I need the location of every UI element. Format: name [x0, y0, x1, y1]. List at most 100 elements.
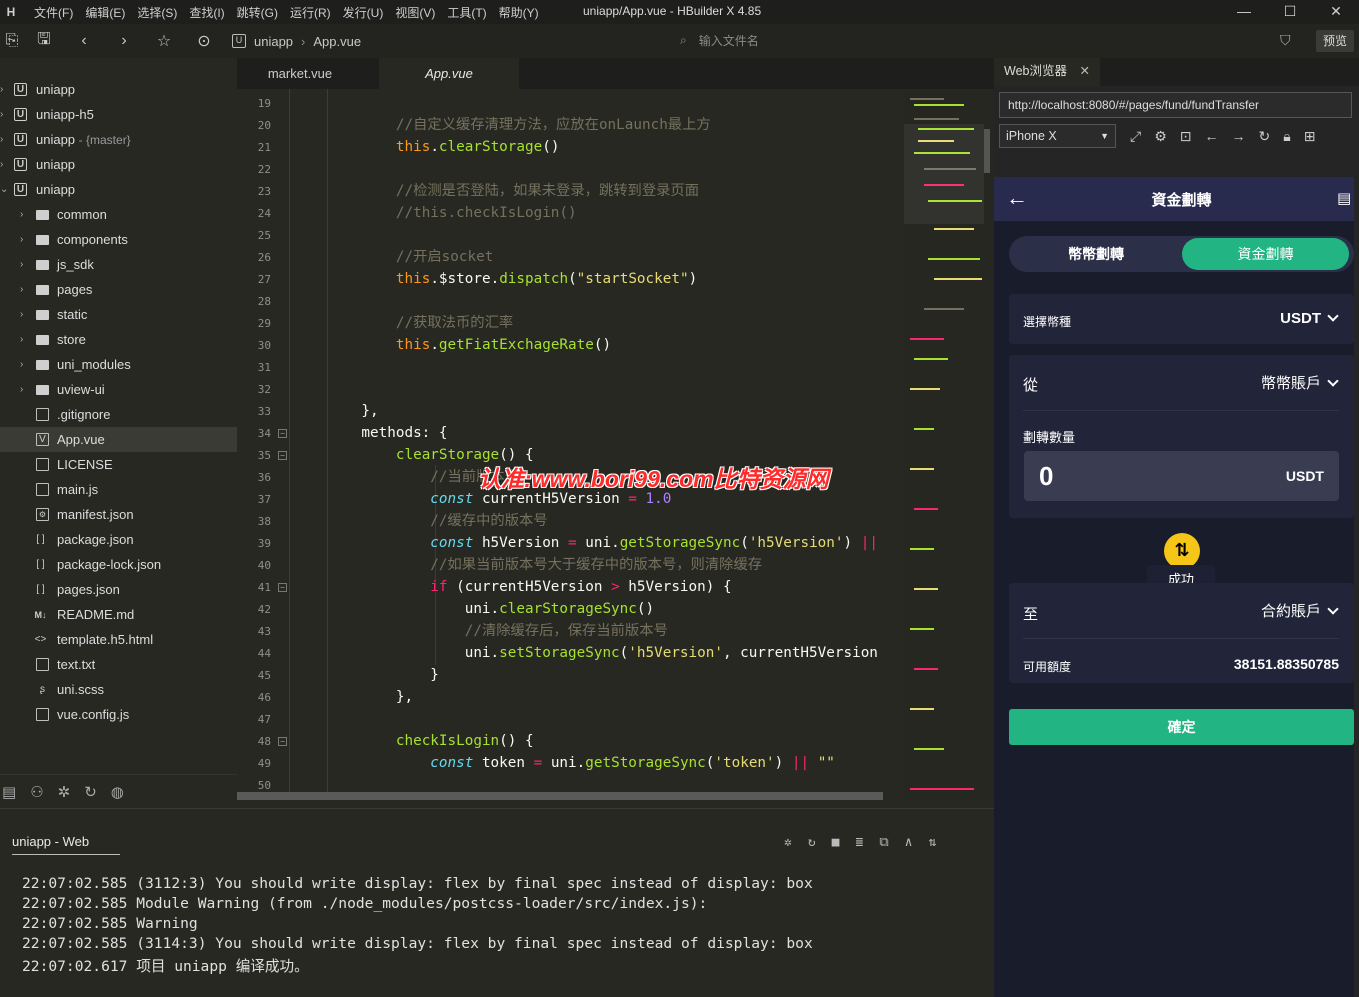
tab-app-vue[interactable]: App.vue: [379, 58, 519, 89]
maximize-button[interactable]: ☐: [1267, 0, 1313, 24]
tree-root[interactable]: › Uuniapp: [0, 77, 237, 102]
url-field[interactable]: http://localhost:8080/#/pages/fund/fundT…: [999, 92, 1352, 118]
fold-marker-icon[interactable]: −: [278, 737, 287, 746]
tab-market-vue[interactable]: market.vue: [237, 58, 363, 89]
breadcrumb-project[interactable]: uniapp: [254, 34, 293, 49]
rotate-icon[interactable]: ⤢: [1130, 128, 1141, 145]
minimap-viewport[interactable]: [904, 124, 984, 224]
export-icon[interactable]: ⧉: [879, 835, 888, 850]
file-item[interactable]: ʂ uni.scss: [0, 677, 237, 702]
minimap[interactable]: [904, 89, 994, 800]
collapse-icon[interactable]: ∧: [905, 835, 913, 850]
breadcrumb-separator-icon: ›: [301, 33, 306, 49]
menu-find[interactable]: 查找(I): [183, 4, 230, 21]
bug-icon[interactable]: ✲: [784, 835, 792, 850]
plugin-icon[interactable]: ⚇: [30, 783, 43, 801]
folder-item[interactable]: › static: [0, 302, 237, 327]
star-icon[interactable]: ☆: [144, 31, 184, 51]
browser-tab[interactable]: Web浏览器 ✕: [994, 58, 1100, 86]
file-item[interactable]: ⚙ manifest.json: [0, 502, 237, 527]
menu-run[interactable]: 运行(R): [284, 4, 337, 21]
file-search[interactable]: ⌕ 输入文件名: [680, 32, 759, 49]
console-tab[interactable]: uniapp - Web: [12, 834, 120, 855]
stop-icon[interactable]: ■: [832, 835, 840, 850]
console-icon[interactable]: ⊡: [1180, 128, 1192, 145]
file-item[interactable]: main.js: [0, 477, 237, 502]
git-icon[interactable]: ↻: [84, 783, 97, 801]
menu-file[interactable]: 文件(F): [28, 4, 79, 21]
explorer-icon[interactable]: ▤: [2, 783, 16, 801]
tree-root[interactable]: › Uuniapp: [0, 152, 237, 177]
menu-view[interactable]: 视图(V): [389, 4, 441, 21]
device-select[interactable]: iPhone X ▼: [999, 124, 1116, 148]
back-arrow-icon[interactable]: ←: [1205, 128, 1219, 145]
globe-icon[interactable]: ◍: [111, 783, 124, 801]
restart-icon[interactable]: ↻: [808, 835, 816, 850]
debug-icon[interactable]: ✲: [58, 783, 71, 801]
file-item[interactable]: LICENSE: [0, 452, 237, 477]
tree-label: vue.config.js: [57, 707, 130, 722]
run-icon[interactable]: ⊙: [184, 31, 224, 51]
file-item[interactable]: [ ] package-lock.json: [0, 552, 237, 577]
menu-select[interactable]: 选择(S): [131, 4, 183, 21]
menu-goto[interactable]: 跳转(G): [231, 4, 284, 21]
swap-direction-icon[interactable]: ⇅: [1164, 533, 1200, 569]
tab-coin-transfer[interactable]: 幣幣劃轉: [1009, 236, 1183, 272]
folder-item[interactable]: › components: [0, 227, 237, 252]
horizontal-scrollbar[interactable]: [237, 792, 883, 800]
menu-publish[interactable]: 发行(U): [337, 4, 390, 21]
preview-button[interactable]: 预览: [1316, 30, 1354, 52]
fold-marker-icon[interactable]: −: [278, 583, 287, 592]
forward-icon[interactable]: ›: [104, 32, 144, 50]
file-item[interactable]: M↓ README.md: [0, 602, 237, 627]
file-item[interactable]: .gitignore: [0, 402, 237, 427]
clear-console-icon[interactable]: ≣: [855, 835, 863, 850]
close-window-button[interactable]: ✕: [1313, 0, 1359, 24]
file-item[interactable]: [ ] pages.json: [0, 577, 237, 602]
save-icon[interactable]: 🖫: [24, 28, 64, 55]
file-item[interactable]: vue.config.js: [0, 702, 237, 727]
refresh-icon[interactable]: ↻: [1259, 128, 1271, 145]
from-account-select[interactable]: 幣幣賬戶: [1261, 372, 1339, 393]
menu-edit[interactable]: 编辑(E): [79, 4, 131, 21]
amount-input[interactable]: 0 USDT: [1024, 451, 1339, 501]
breadcrumb-file[interactable]: App.vue: [313, 34, 361, 49]
tab-fund-transfer[interactable]: 資金劃轉: [1182, 238, 1349, 270]
minimize-button[interactable]: —: [1221, 0, 1267, 24]
file-item[interactable]: <> template.h5.html: [0, 627, 237, 652]
file-item[interactable]: text.txt: [0, 652, 237, 677]
file-item-selected[interactable]: V App.vue: [0, 427, 237, 452]
html-file-icon: <>: [34, 634, 47, 645]
back-icon[interactable]: ‹: [64, 32, 104, 50]
folder-item[interactable]: › uni_modules: [0, 352, 237, 377]
tree-root[interactable]: › Uuniapp - {master}: [0, 127, 237, 152]
folder-item[interactable]: › store: [0, 327, 237, 352]
code-editor[interactable]: 19 20 21 22 23 24 25 26 27 28 29 30 31 3…: [237, 89, 994, 800]
menu-help[interactable]: 帮助(Y): [493, 4, 545, 21]
folder-item[interactable]: › common: [0, 202, 237, 227]
tree-label: LICENSE: [57, 457, 113, 472]
settings-icon[interactable]: ⚙: [1154, 128, 1167, 145]
fold-marker-icon[interactable]: −: [278, 429, 287, 438]
currency-card[interactable]: 選擇幣種 USDT: [1009, 294, 1354, 344]
record-icon[interactable]: ▤: [1337, 189, 1351, 207]
grid-icon[interactable]: ⊞: [1304, 128, 1316, 145]
filter-icon[interactable]: ⛉: [1280, 32, 1291, 49]
fold-marker-icon[interactable]: −: [278, 451, 287, 460]
scroll-lock-icon[interactable]: ⇅: [928, 835, 936, 850]
tree-root-open[interactable]: ⌄ Uuniapp: [0, 177, 237, 202]
to-account-select[interactable]: 合約賬戶: [1261, 600, 1339, 621]
close-tab-icon[interactable]: ✕: [1080, 58, 1090, 84]
menu-tools[interactable]: 工具(T): [441, 4, 492, 21]
folder-item[interactable]: › js_sdk: [0, 252, 237, 277]
file-item[interactable]: [ ] package.json: [0, 527, 237, 552]
line-number: 46: [257, 691, 271, 704]
editor-scrollbar[interactable]: [984, 129, 990, 173]
folder-item[interactable]: › uview-ui: [0, 377, 237, 402]
folder-item[interactable]: › pages: [0, 277, 237, 302]
new-file-icon[interactable]: ⎘: [0, 32, 24, 50]
tree-root[interactable]: › Uuniapp-h5: [0, 102, 237, 127]
confirm-button[interactable]: 確定: [1009, 709, 1354, 745]
forward-arrow-icon[interactable]: →: [1232, 128, 1246, 145]
lock-icon[interactable]: 🔒︎: [1283, 128, 1290, 145]
